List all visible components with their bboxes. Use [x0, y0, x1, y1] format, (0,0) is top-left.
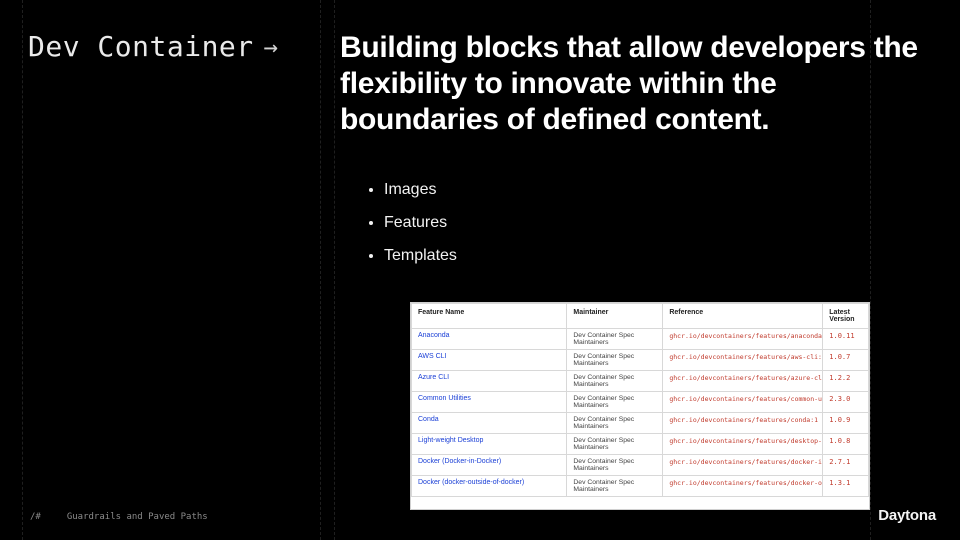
col-reference: Reference [663, 304, 823, 329]
cell-version: 2.7.1 [823, 455, 869, 476]
page-marker: /# [30, 512, 41, 522]
table-row: Light-weight DesktopDev Container Spec M… [412, 434, 869, 455]
bullet-item: Templates [384, 240, 920, 273]
slide-title: Dev Container → [28, 30, 279, 63]
table-row: Docker (docker-outside-of-docker)Dev Con… [412, 476, 869, 497]
layout-guide-left [22, 0, 23, 540]
cell-reference: ghcr.io/devcontainers/features/anaconda:… [663, 329, 823, 350]
table-row: Common UtilitiesDev Container Spec Maint… [412, 392, 869, 413]
cell-feature-name: Common Utilities [412, 392, 567, 413]
cell-maintainer: Dev Container Spec Maintainers [567, 350, 663, 371]
cell-reference: ghcr.io/devcontainers/features/aws-cli:1 [663, 350, 823, 371]
table-row: Azure CLIDev Container Spec Maintainersg… [412, 371, 869, 392]
table-row: CondaDev Container Spec Maintainersghcr.… [412, 413, 869, 434]
cell-reference: ghcr.io/devcontainers/features/docker-in… [663, 455, 823, 476]
cell-feature-name: Docker (docker-outside-of-docker) [412, 476, 567, 497]
bullet-item: Features [384, 207, 920, 240]
cell-reference: ghcr.io/devcontainers/features/docker-ou… [663, 476, 823, 497]
col-feature-name: Feature Name [412, 304, 567, 329]
cell-maintainer: Dev Container Spec Maintainers [567, 371, 663, 392]
cell-version: 1.2.2 [823, 371, 869, 392]
bullet-list: Images Features Templates [340, 174, 920, 272]
cell-reference: ghcr.io/devcontainers/features/azure-cli… [663, 371, 823, 392]
cell-feature-name: Conda [412, 413, 567, 434]
table-row: AWS CLIDev Container Spec Maintainersghc… [412, 350, 869, 371]
arrow-right-icon: → [264, 33, 279, 61]
table-row: Docker (Docker-in-Docker)Dev Container S… [412, 455, 869, 476]
cell-version: 1.3.1 [823, 476, 869, 497]
cell-feature-name: Docker (Docker-in-Docker) [412, 455, 567, 476]
footer-subtitle: Guardrails and Paved Paths [67, 512, 208, 522]
cell-maintainer: Dev Container Spec Maintainers [567, 455, 663, 476]
cell-version: 1.0.7 [823, 350, 869, 371]
cell-version: 1.0.9 [823, 413, 869, 434]
col-version: Latest Version [823, 304, 869, 329]
bullet-item: Images [384, 174, 920, 207]
cell-maintainer: Dev Container Spec Maintainers [567, 476, 663, 497]
cell-version: 1.0.8 [823, 434, 869, 455]
table-header-row: Feature Name Maintainer Reference Latest… [412, 304, 869, 329]
col-maintainer: Maintainer [567, 304, 663, 329]
cell-maintainer: Dev Container Spec Maintainers [567, 434, 663, 455]
cell-reference: ghcr.io/devcontainers/features/conda:1 [663, 413, 823, 434]
cell-feature-name: Light-weight Desktop [412, 434, 567, 455]
cell-maintainer: Dev Container Spec Maintainers [567, 329, 663, 350]
main-content: Building blocks that allow developers th… [340, 30, 920, 272]
cell-version: 1.0.11 [823, 329, 869, 350]
brand-logo: Daytona [878, 507, 936, 524]
cell-feature-name: Azure CLI [412, 371, 567, 392]
cell-reference: ghcr.io/devcontainers/features/common-ut… [663, 392, 823, 413]
table-row: AnacondaDev Container Spec Maintainersgh… [412, 329, 869, 350]
cell-reference: ghcr.io/devcontainers/features/desktop-l… [663, 434, 823, 455]
cell-feature-name: AWS CLI [412, 350, 567, 371]
cell-maintainer: Dev Container Spec Maintainers [567, 413, 663, 434]
features-table: Feature Name Maintainer Reference Latest… [411, 303, 869, 497]
cell-maintainer: Dev Container Spec Maintainers [567, 392, 663, 413]
features-table-screenshot: Feature Name Maintainer Reference Latest… [410, 302, 870, 510]
slide-title-text: Dev Container [28, 30, 254, 63]
footer: /# Guardrails and Paved Paths [30, 512, 208, 522]
cell-feature-name: Anaconda [412, 329, 567, 350]
cell-version: 2.3.0 [823, 392, 869, 413]
headline: Building blocks that allow developers th… [340, 30, 920, 138]
